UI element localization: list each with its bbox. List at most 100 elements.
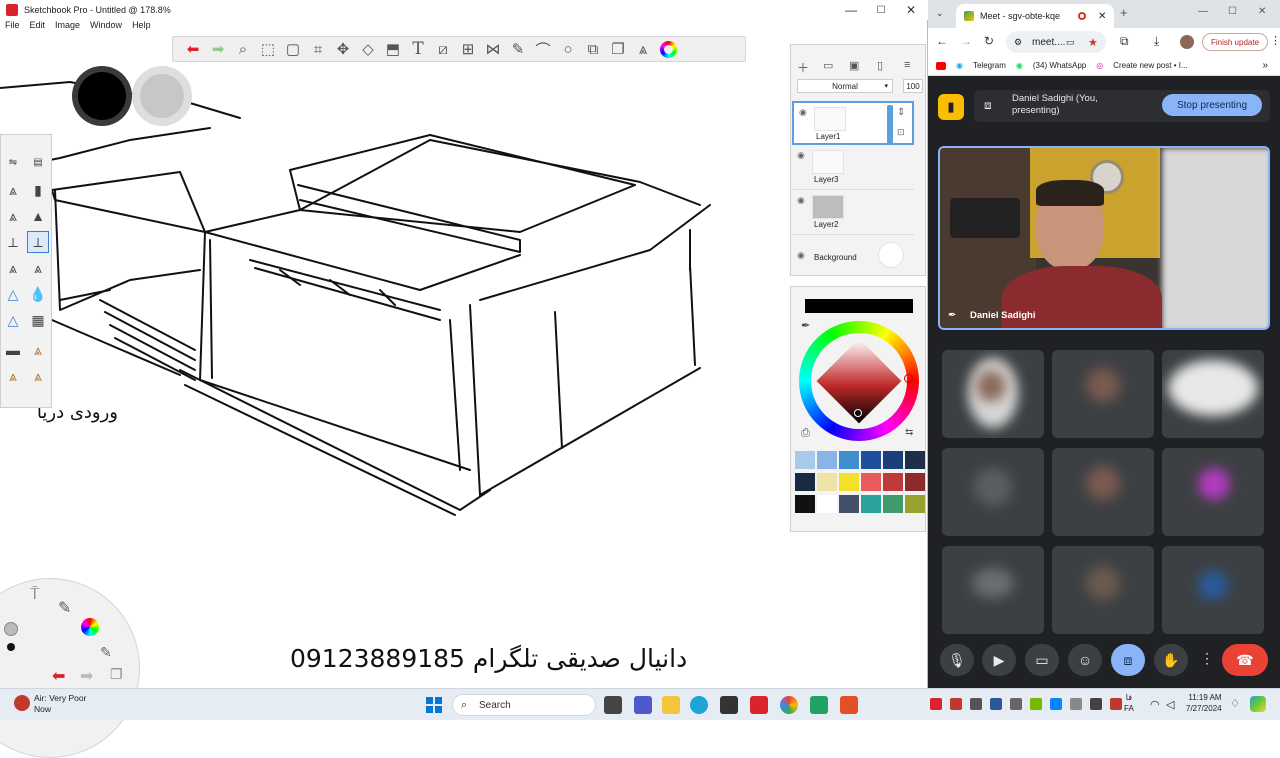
sketchbook-taskbar-icon[interactable]: [750, 696, 768, 714]
opacity-field[interactable]: 100: [903, 79, 923, 93]
layer-row-background[interactable]: ◉ Background: [792, 236, 914, 274]
crop-icon[interactable]: ⌗: [308, 39, 328, 59]
color-swatch[interactable]: [817, 473, 837, 491]
present-now-icon[interactable]: ⧈: [1111, 644, 1145, 676]
omnibox[interactable]: ⚙ meet.... ▭ ★: [1006, 31, 1106, 53]
download-icon[interactable]: ⤓: [1154, 34, 1159, 49]
start-icon[interactable]: [426, 697, 442, 713]
layer-row-layer2[interactable]: ◉ Layer2: [792, 191, 914, 235]
color-picker-icon[interactable]: ⎙: [801, 427, 810, 440]
participant-tile[interactable]: [1162, 448, 1264, 536]
color-swatch[interactable]: [883, 451, 903, 469]
task-view-icon[interactable]: [604, 696, 622, 714]
maximize-button[interactable]: ☐: [866, 0, 896, 20]
meet-activities-icon[interactable]: ▮: [938, 94, 964, 120]
participant-tile[interactable]: [942, 448, 1044, 536]
notifications-icon[interactable]: ♢: [1230, 697, 1240, 710]
fill-icon[interactable]: ▦: [27, 309, 49, 331]
blend-mode-select[interactable]: Normal ▾: [797, 79, 893, 93]
background-color-swatch[interactable]: [878, 242, 904, 268]
lagoon-pen-icon[interactable]: ✎: [100, 644, 112, 661]
taskbar-search[interactable]: ⌕ Search: [452, 694, 596, 716]
eraser-icon[interactable]: ▬: [2, 339, 24, 361]
brushes-icon[interactable]: ⩓: [633, 39, 653, 59]
color-swatch[interactable]: [817, 451, 837, 469]
pen-brush-icon[interactable]: ⩓: [2, 205, 24, 227]
tab-close-icon[interactable]: ✕: [1098, 11, 1106, 22]
tray-record-icon[interactable]: [950, 698, 962, 710]
teams-icon[interactable]: [634, 696, 652, 714]
site-info-icon[interactable]: ⚙: [1014, 37, 1022, 48]
participant-tile[interactable]: [1052, 350, 1154, 438]
distort-icon[interactable]: ◇: [358, 39, 378, 59]
tray-network-icon[interactable]: [1070, 698, 1082, 710]
redo-icon[interactable]: ➡: [208, 39, 228, 59]
reload-icon[interactable]: ↻: [984, 34, 994, 48]
bookmark-whatsapp[interactable]: (34) WhatsApp: [1033, 61, 1086, 70]
select-icon[interactable]: ⬚: [258, 39, 278, 59]
crayon-icon[interactable]: ⩓: [27, 339, 49, 361]
wifi-icon[interactable]: ◠: [1150, 698, 1160, 711]
palette-settings-icon[interactable]: ⇋: [2, 151, 24, 173]
menu-edit[interactable]: Edit: [30, 20, 46, 34]
add-layer-icon[interactable]: ＋: [797, 59, 809, 76]
more-options-icon[interactable]: ⋮: [1200, 650, 1214, 667]
chrome-minimize-icon[interactable]: —: [1198, 6, 1208, 17]
tray-nvidia-icon[interactable]: [1030, 698, 1042, 710]
color-swatch[interactable]: [905, 473, 925, 491]
oil-brush-icon[interactable]: ⩓: [27, 365, 49, 387]
copy-icon[interactable]: ❐: [608, 39, 628, 59]
youtube-icon[interactable]: [936, 61, 946, 70]
palette-grid-icon[interactable]: ▤: [27, 151, 49, 173]
participant-tile[interactable]: [1052, 448, 1154, 536]
color-swatch[interactable]: [839, 495, 859, 513]
emoji-icon[interactable]: ☺: [1068, 644, 1102, 676]
copilot-icon[interactable]: [1250, 696, 1266, 712]
bookmarks-overflow-icon[interactable]: »: [1262, 60, 1268, 71]
participant-tile[interactable]: [1162, 546, 1264, 634]
color-swatch[interactable]: [839, 473, 859, 491]
tray-printer-icon[interactable]: [1010, 698, 1022, 710]
tray-pen-icon[interactable]: [1090, 698, 1102, 710]
visibility-eye-icon[interactable]: ◉: [797, 150, 805, 161]
stop-presenting-button[interactable]: Stop presenting: [1162, 94, 1262, 116]
tray-cloud-icon[interactable]: [970, 698, 982, 710]
undo-icon[interactable]: ⬅: [183, 39, 203, 59]
color-swatch[interactable]: [905, 495, 925, 513]
chrome-maximize-icon[interactable]: ☐: [1228, 6, 1237, 17]
volume-icon[interactable]: ◁: [1166, 698, 1174, 711]
layer-opacity-slider[interactable]: [887, 105, 893, 145]
trash-icon[interactable]: ▯: [877, 59, 883, 72]
transform-select-icon[interactable]: ▢: [283, 39, 303, 59]
swap-icon[interactable]: ⇆: [905, 427, 913, 438]
chrome-menu-icon[interactable]: ⋮: [1270, 34, 1280, 47]
layer-menu-icon[interactable]: ≡: [904, 59, 910, 71]
layer-lock-icon[interactable]: ⇕: [897, 107, 905, 118]
file-explorer-icon[interactable]: [662, 696, 680, 714]
chrome-taskbar-icon[interactable]: [780, 696, 798, 714]
profile-avatar[interactable]: [1180, 35, 1194, 49]
ellipse-icon[interactable]: ○: [558, 39, 578, 59]
lagoon-color-icon[interactable]: [81, 618, 99, 636]
participant-tile[interactable]: [942, 350, 1044, 438]
selected-brush-icon[interactable]: ⟂: [27, 231, 49, 253]
menu-image[interactable]: Image: [55, 20, 80, 34]
pen-icon[interactable]: ✎: [508, 39, 528, 59]
color-swatch[interactable]: [795, 495, 815, 513]
color-swatch[interactable]: [861, 495, 881, 513]
tray-alert-icon[interactable]: [1110, 698, 1122, 710]
tab-search-icon[interactable]: ⌄: [936, 8, 944, 19]
layer-alpha-lock-icon[interactable]: ⊡: [897, 127, 905, 138]
lagoon-brush-icon[interactable]: ⍑: [30, 586, 40, 604]
tab-meet[interactable]: Meet - sgv-obte-kqe ✕: [956, 4, 1114, 28]
pencil-brush-icon[interactable]: ▲: [27, 205, 49, 227]
perspective-icon[interactable]: ⬒: [383, 39, 403, 59]
menu-file[interactable]: File: [5, 20, 20, 34]
air-quality-icon[interactable]: [14, 695, 30, 711]
weather-widget[interactable]: Air: Very Poor Now: [34, 693, 86, 715]
raise-hand-icon[interactable]: ✋: [1154, 644, 1188, 676]
bookmark-instagram[interactable]: Create new post • I...: [1113, 61, 1187, 70]
eyedropper-icon[interactable]: ✒: [801, 319, 810, 332]
folder-icon[interactable]: ▭: [823, 59, 833, 72]
calligraphy-pen-icon[interactable]: ⩓: [27, 257, 49, 279]
